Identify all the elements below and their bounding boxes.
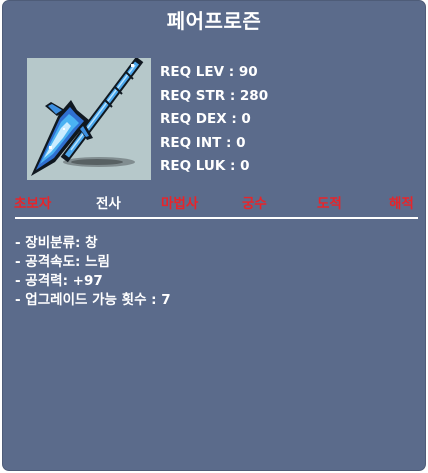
req-luk: REQ LUK : 0 bbox=[160, 158, 250, 174]
requirements: REQ LEV : 90 REQ STR : 280 REQ DEX : 0 R… bbox=[160, 61, 268, 179]
job-warrior: 전사 bbox=[96, 196, 121, 212]
req-dex: REQ DEX : 0 bbox=[160, 111, 251, 127]
stat-category: - 장비분류: 창 bbox=[15, 235, 98, 251]
item-stats: - 장비분류: 창 - 공격속도: 느림 - 공격력: +97 - 업그레이드 … bbox=[15, 234, 171, 310]
job-bowman: 궁수 bbox=[242, 196, 267, 212]
job-thief: 도적 bbox=[317, 196, 342, 212]
stat-attack-speed: - 공격속도: 느림 bbox=[15, 254, 110, 270]
job-pirate: 해적 bbox=[389, 196, 414, 212]
stat-attack: - 공격력: +97 bbox=[15, 273, 103, 289]
job-list: 초보자 전사 마법사 궁수 도적 해적 bbox=[11, 192, 421, 212]
item-name: 페어프로즌 bbox=[166, 9, 262, 33]
req-level: REQ LEV : 90 bbox=[160, 64, 258, 80]
job-beginner: 초보자 bbox=[14, 196, 52, 212]
divider bbox=[15, 217, 418, 219]
req-str: REQ STR : 280 bbox=[160, 87, 269, 104]
job-magician: 마법사 bbox=[161, 196, 199, 212]
frozen-spear-icon bbox=[27, 58, 151, 180]
req-int: REQ INT : 0 bbox=[160, 134, 246, 151]
stat-upgrade-slots: - 업그레이드 가능 횟수 : 7 bbox=[15, 292, 171, 308]
item-tooltip: 페어프로즌 REQ LEV: 90 REQ STR: 280 REQ DEX… bbox=[2, 0, 426, 471]
